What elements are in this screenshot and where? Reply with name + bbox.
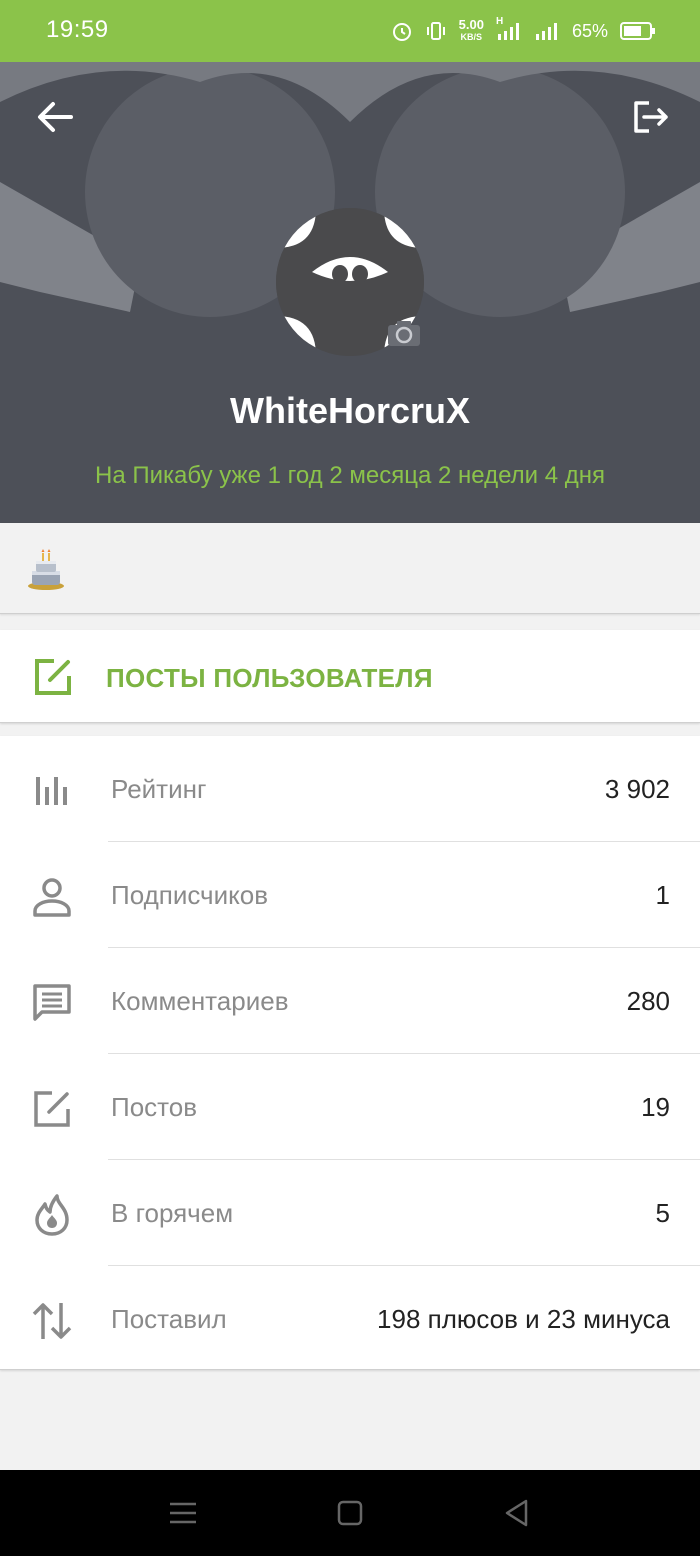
logout-icon bbox=[634, 101, 668, 133]
stat-value: 280 bbox=[626, 986, 670, 1016]
stat-row-votes: Поставил 198 плюсов и 23 минуса bbox=[0, 1266, 700, 1372]
menu-icon[interactable] bbox=[166, 1496, 200, 1530]
person-icon bbox=[33, 878, 71, 917]
up-down-arrows-icon bbox=[32, 1303, 72, 1339]
signal-icon bbox=[535, 23, 557, 40]
stat-row-rating: Рейтинг 3 902 bbox=[0, 736, 700, 842]
bar-chart-icon bbox=[36, 777, 67, 805]
stat-label: Поставил bbox=[111, 1304, 227, 1334]
user-posts-button[interactable]: ПОСТЫ ПОЛЬЗОВАТЕЛЯ bbox=[0, 630, 700, 723]
stat-value: 1 bbox=[655, 880, 670, 910]
system-nav-bar bbox=[0, 1470, 700, 1556]
logout-button[interactable] bbox=[626, 92, 676, 142]
edit-icon bbox=[34, 1091, 70, 1127]
stat-value: 198 плюсов и 23 минуса bbox=[377, 1304, 670, 1334]
stat-row-hot: В горячем 5 bbox=[0, 1160, 700, 1266]
stat-label: Постов bbox=[111, 1092, 198, 1122]
back-triangle-icon[interactable] bbox=[500, 1496, 534, 1530]
stat-row-subscribers: Подписчиков 1 bbox=[0, 842, 700, 948]
battery-percent: 65% bbox=[571, 20, 608, 41]
network-type: H bbox=[495, 16, 504, 27]
stat-label: Рейтинг bbox=[111, 774, 207, 804]
user-posts-label: ПОСТЫ ПОЛЬЗОВАТЕЛЯ bbox=[106, 663, 433, 693]
signal-h-icon: H bbox=[496, 16, 522, 42]
net-speed-unit: KB/S bbox=[460, 32, 483, 42]
stat-label: Подписчиков bbox=[111, 880, 269, 910]
arrow-left-icon bbox=[38, 102, 73, 132]
stat-value: 5 bbox=[655, 1198, 670, 1228]
net-speed-value: 5.00 bbox=[458, 17, 484, 32]
edit-icon bbox=[35, 659, 71, 695]
alarm-icon bbox=[392, 23, 411, 41]
profile-header: WhiteHorcruX На Пикабу уже 1 год 2 месяц… bbox=[0, 62, 700, 523]
status-icons: 5.00 KB/S H 65% bbox=[391, 14, 656, 48]
change-avatar-button[interactable] bbox=[386, 318, 422, 348]
stat-value: 19 bbox=[641, 1092, 670, 1122]
award-badge[interactable] bbox=[26, 547, 66, 596]
status-bar: 19:59 5.00 KB/S H 65% bbox=[0, 0, 700, 62]
stat-row-posts: Постов 19 bbox=[0, 1054, 700, 1160]
birthday-cake-icon bbox=[28, 549, 64, 590]
stat-label: Комментариев bbox=[111, 986, 289, 1016]
tenure-text: На Пикабу уже 1 год 2 месяца 2 недели 4 … bbox=[95, 462, 605, 489]
awards-strip bbox=[0, 523, 700, 614]
stat-value: 3 902 bbox=[604, 774, 670, 804]
battery-icon bbox=[620, 22, 655, 40]
vibrate-icon bbox=[426, 22, 445, 40]
stats-list: Рейтинг 3 902 Подписчиков 1 Комментариев… bbox=[0, 736, 700, 1370]
stat-row-comments: Комментариев 280 bbox=[0, 948, 700, 1054]
username: WhiteHorcruX bbox=[229, 390, 470, 431]
comment-icon bbox=[33, 984, 71, 1021]
home-icon[interactable] bbox=[333, 1496, 367, 1530]
flame-icon bbox=[35, 1194, 69, 1236]
status-time: 19:59 bbox=[46, 16, 109, 43]
camera-icon bbox=[388, 321, 420, 346]
back-button[interactable] bbox=[30, 92, 80, 142]
net-speed: 5.00 KB/S bbox=[458, 17, 484, 43]
stat-label: В горячем bbox=[111, 1198, 234, 1228]
